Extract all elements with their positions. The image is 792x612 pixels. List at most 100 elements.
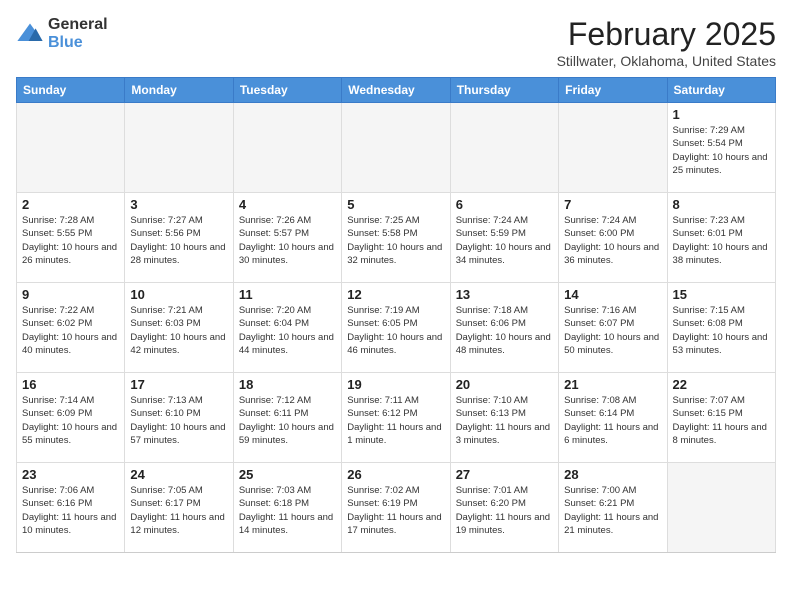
logo-icon: [16, 20, 44, 48]
day-of-week-header: Saturday: [667, 78, 775, 103]
day-number: 13: [456, 287, 553, 302]
calendar-day-cell: 4 Sunrise: 7:26 AM Sunset: 5:57 PM Daylig…: [233, 193, 341, 283]
calendar-day-cell: 5Sunrise: 7:25 AM Sunset: 5:58 PM Daylig…: [342, 193, 450, 283]
day-number: 22: [673, 377, 770, 392]
calendar-week-row: 16 Sunrise: 7:14 AM Sunset: 6:09 PM Dayli…: [17, 373, 776, 463]
calendar-day-cell: 3Sunrise: 7:27 AM Sunset: 5:56 PM Daylig…: [125, 193, 233, 283]
day-number: 28: [564, 467, 661, 482]
day-number: 17: [130, 377, 227, 392]
calendar-day-cell: 19Sunrise: 7:11 AM Sunset: 6:12 PM Dayli…: [342, 373, 450, 463]
calendar-day-cell: [667, 463, 775, 553]
day-info: Sunrise: 7:28 AM Sunset: 5:55 PM Dayligh…: [22, 214, 119, 267]
calendar-day-cell: 25Sunrise: 7:03 AM Sunset: 6:18 PM Dayli…: [233, 463, 341, 553]
calendar-table: SundayMondayTuesdayWednesdayThursdayFrid…: [16, 77, 776, 553]
day-info: Sunrise: 7:06 AM Sunset: 6:16 PM Dayligh…: [22, 484, 119, 537]
calendar-day-cell: 16 Sunrise: 7:14 AM Sunset: 6:09 PM Dayli…: [17, 373, 125, 463]
calendar-day-cell: 27Sunrise: 7:01 AM Sunset: 6:20 PM Dayli…: [450, 463, 558, 553]
day-info: Sunrise: 7:07 AM Sunset: 6:15 PM Dayligh…: [673, 394, 770, 447]
day-info: Sunrise: 7:19 AM Sunset: 6:05 PM Dayligh…: [347, 304, 444, 357]
calendar-day-cell: 11 Sunrise: 7:20 AM Sunset: 6:04 PM Dayli…: [233, 283, 341, 373]
calendar-week-row: 1 Sunrise: 7:29 AM Sunset: 5:54 PM Daylig…: [17, 103, 776, 193]
logo-general-text: General: [48, 16, 108, 34]
day-of-week-header: Wednesday: [342, 78, 450, 103]
calendar-day-cell: 23 Sunrise: 7:06 AM Sunset: 6:16 PM Dayli…: [17, 463, 125, 553]
day-number: 8: [673, 197, 770, 212]
day-info: Sunrise: 7:22 AM Sunset: 6:02 PM Dayligh…: [22, 304, 119, 357]
day-info: Sunrise: 7:27 AM Sunset: 5:56 PM Dayligh…: [130, 214, 227, 267]
day-number: 21: [564, 377, 661, 392]
calendar-day-cell: 24 Sunrise: 7:05 AM Sunset: 6:17 PM Dayli…: [125, 463, 233, 553]
day-of-week-header: Sunday: [17, 78, 125, 103]
calendar-day-cell: 17Sunrise: 7:13 AM Sunset: 6:10 PM Dayli…: [125, 373, 233, 463]
logo-blue-text: Blue: [48, 34, 108, 52]
day-number: 16: [22, 377, 119, 392]
day-info: Sunrise: 7:05 AM Sunset: 6:17 PM Dayligh…: [130, 484, 227, 537]
logo-text: General Blue: [48, 16, 108, 51]
day-number: 6: [456, 197, 553, 212]
day-info: Sunrise: 7:14 AM Sunset: 6:09 PM Dayligh…: [22, 394, 119, 447]
calendar-day-cell: 13 Sunrise: 7:18 AM Sunset: 6:06 PM Dayli…: [450, 283, 558, 373]
day-info: Sunrise: 7:23 AM Sunset: 6:01 PM Dayligh…: [673, 214, 770, 267]
calendar-day-cell: 9 Sunrise: 7:22 AM Sunset: 6:02 PM Daylig…: [17, 283, 125, 373]
calendar-day-cell: 8 Sunrise: 7:23 AM Sunset: 6:01 PM Daylig…: [667, 193, 775, 283]
day-info: Sunrise: 7:02 AM Sunset: 6:19 PM Dayligh…: [347, 484, 444, 537]
calendar-day-cell: 21 Sunrise: 7:08 AM Sunset: 6:14 PM Dayli…: [559, 373, 667, 463]
calendar-day-cell: 10 Sunrise: 7:21 AM Sunset: 6:03 PM Dayli…: [125, 283, 233, 373]
day-info: Sunrise: 7:15 AM Sunset: 6:08 PM Dayligh…: [673, 304, 770, 357]
day-info: Sunrise: 7:16 AM Sunset: 6:07 PM Dayligh…: [564, 304, 661, 357]
page-header: General Blue February 2025 Stillwater, O…: [16, 16, 776, 69]
calendar-day-cell: [450, 103, 558, 193]
day-number: 23: [22, 467, 119, 482]
day-info: Sunrise: 7:03 AM Sunset: 6:18 PM Dayligh…: [239, 484, 336, 537]
day-number: 11: [239, 287, 336, 302]
day-number: 10: [130, 287, 227, 302]
day-of-week-header: Monday: [125, 78, 233, 103]
calendar-week-row: 2 Sunrise: 7:28 AM Sunset: 5:55 PM Daylig…: [17, 193, 776, 283]
day-number: 2: [22, 197, 119, 212]
calendar-week-row: 9 Sunrise: 7:22 AM Sunset: 6:02 PM Daylig…: [17, 283, 776, 373]
calendar-day-cell: [559, 103, 667, 193]
day-number: 9: [22, 287, 119, 302]
day-info: Sunrise: 7:12 AM Sunset: 6:11 PM Dayligh…: [239, 394, 336, 447]
day-number: 24: [130, 467, 227, 482]
day-of-week-header: Tuesday: [233, 78, 341, 103]
calendar-header-row: SundayMondayTuesdayWednesdayThursdayFrid…: [17, 78, 776, 103]
calendar-week-row: 23 Sunrise: 7:06 AM Sunset: 6:16 PM Dayli…: [17, 463, 776, 553]
day-number: 26: [347, 467, 444, 482]
day-info: Sunrise: 7:26 AM Sunset: 5:57 PM Dayligh…: [239, 214, 336, 267]
day-info: Sunrise: 7:29 AM Sunset: 5:54 PM Dayligh…: [673, 124, 770, 177]
day-info: Sunrise: 7:24 AM Sunset: 6:00 PM Dayligh…: [564, 214, 661, 267]
calendar-day-cell: 1 Sunrise: 7:29 AM Sunset: 5:54 PM Daylig…: [667, 103, 775, 193]
location: Stillwater, Oklahoma, United States: [557, 53, 776, 69]
day-info: Sunrise: 7:00 AM Sunset: 6:21 PM Dayligh…: [564, 484, 661, 537]
day-info: Sunrise: 7:11 AM Sunset: 6:12 PM Dayligh…: [347, 394, 444, 447]
day-info: Sunrise: 7:18 AM Sunset: 6:06 PM Dayligh…: [456, 304, 553, 357]
calendar-day-cell: 26 Sunrise: 7:02 AM Sunset: 6:19 PM Dayli…: [342, 463, 450, 553]
day-number: 15: [673, 287, 770, 302]
calendar-day-cell: 20 Sunrise: 7:10 AM Sunset: 6:13 PM Dayli…: [450, 373, 558, 463]
day-number: 12: [347, 287, 444, 302]
calendar-day-cell: 18 Sunrise: 7:12 AM Sunset: 6:11 PM Dayli…: [233, 373, 341, 463]
day-number: 14: [564, 287, 661, 302]
calendar-day-cell: 28 Sunrise: 7:00 AM Sunset: 6:21 PM Dayli…: [559, 463, 667, 553]
day-info: Sunrise: 7:20 AM Sunset: 6:04 PM Dayligh…: [239, 304, 336, 357]
calendar-day-cell: [342, 103, 450, 193]
logo: General Blue: [16, 16, 108, 51]
day-of-week-header: Friday: [559, 78, 667, 103]
day-number: 20: [456, 377, 553, 392]
title-block: February 2025 Stillwater, Oklahoma, Unit…: [557, 16, 776, 69]
day-info: Sunrise: 7:24 AM Sunset: 5:59 PM Dayligh…: [456, 214, 553, 267]
day-number: 1: [673, 107, 770, 122]
calendar-day-cell: 22 Sunrise: 7:07 AM Sunset: 6:15 PM Dayli…: [667, 373, 775, 463]
day-info: Sunrise: 7:08 AM Sunset: 6:14 PM Dayligh…: [564, 394, 661, 447]
day-info: Sunrise: 7:25 AM Sunset: 5:58 PM Dayligh…: [347, 214, 444, 267]
calendar-day-cell: 15 Sunrise: 7:15 AM Sunset: 6:08 PM Dayli…: [667, 283, 775, 373]
month-title: February 2025: [557, 16, 776, 53]
day-of-week-header: Thursday: [450, 78, 558, 103]
day-number: 18: [239, 377, 336, 392]
calendar-day-cell: 7Sunrise: 7:24 AM Sunset: 6:00 PM Daylig…: [559, 193, 667, 283]
day-info: Sunrise: 7:21 AM Sunset: 6:03 PM Dayligh…: [130, 304, 227, 357]
day-number: 4: [239, 197, 336, 212]
day-info: Sunrise: 7:10 AM Sunset: 6:13 PM Dayligh…: [456, 394, 553, 447]
calendar-day-cell: 12 Sunrise: 7:19 AM Sunset: 6:05 PM Dayli…: [342, 283, 450, 373]
